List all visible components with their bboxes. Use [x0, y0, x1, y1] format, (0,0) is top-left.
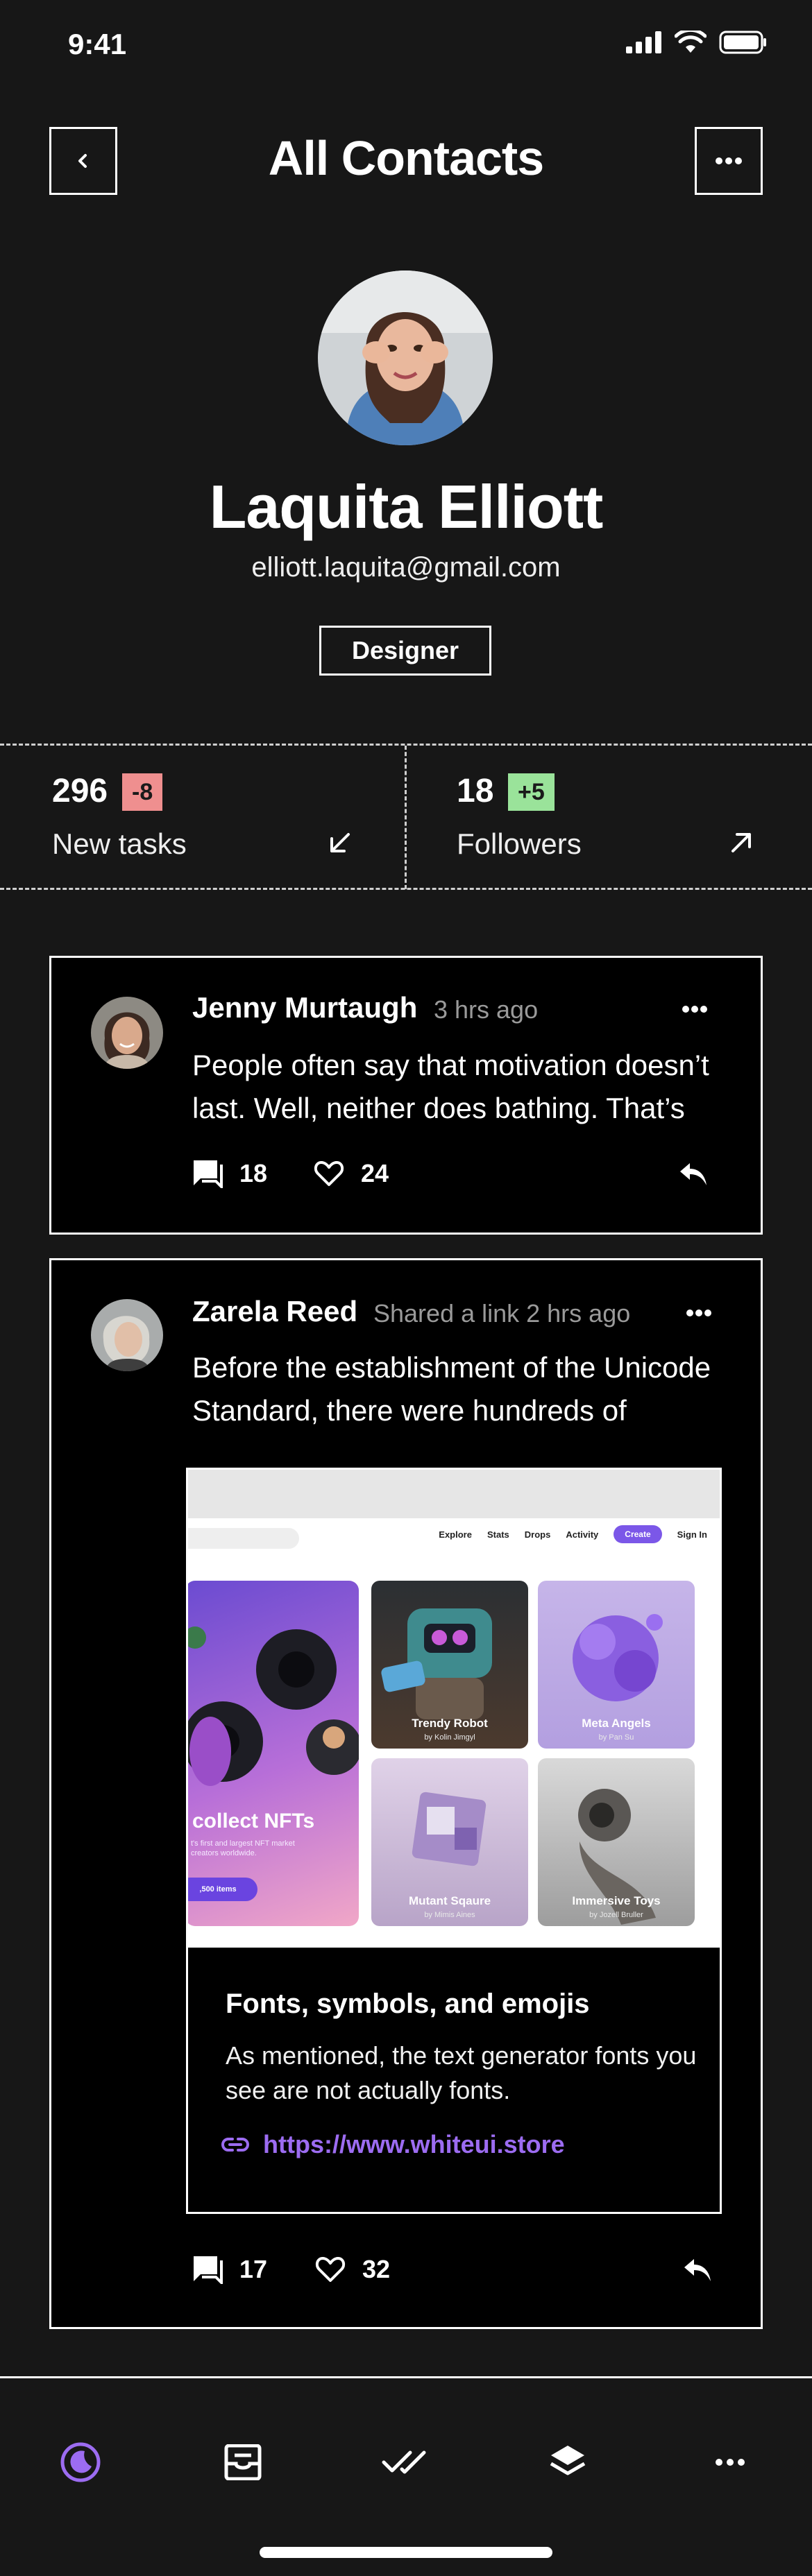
stat-value: 296	[52, 773, 108, 809]
nav-inbox-tab[interactable]	[215, 2435, 271, 2490]
nav-more-tab[interactable]	[702, 2435, 758, 2490]
post-author-avatar[interactable]	[91, 997, 163, 1069]
preview-tile-title: Meta Angels	[582, 1717, 651, 1730]
page-title: All Contacts	[268, 131, 544, 185]
preview-tile: Trendy Robot by Kolin Jimgyl	[371, 1581, 528, 1749]
stat-new-tasks[interactable]: 296 -8 New tasks	[0, 746, 405, 888]
home-indicator[interactable]	[260, 2547, 552, 2558]
status-time: 9:41	[68, 28, 127, 60]
preview-tile-author: by Jozell Bruller	[589, 1911, 643, 1919]
link-preview-title: Fonts, symbols, and emojis	[226, 1989, 590, 2019]
stat-value: 18	[457, 773, 494, 809]
post-more-icon[interactable]	[686, 1309, 712, 1317]
comment-icon	[194, 1160, 223, 1188]
profile-name: Laquita Elliott	[209, 472, 604, 541]
arrow-up-right-icon	[731, 833, 751, 852]
preview-divider	[188, 1946, 720, 1948]
preview-site-nav: Explore Stats Drops Activity Create Sign…	[439, 1525, 707, 1543]
link-icon	[221, 2138, 249, 2152]
double-check-icon	[382, 2450, 426, 2474]
like-button[interactable]: 24	[314, 1159, 389, 1188]
post-card[interactable]: Jenny Murtaugh 3 hrs ago People often sa…	[49, 956, 763, 1235]
stat-label: New tasks	[52, 827, 187, 860]
comment-button[interactable]: 18	[192, 1159, 267, 1188]
preview-hero-title: collect NFTs	[192, 1810, 315, 1832]
stats-bottom-divider	[0, 888, 812, 890]
comment-icon	[194, 2256, 223, 2284]
header-more-button[interactable]	[695, 127, 763, 195]
layers-icon	[550, 2446, 586, 2475]
post-timestamp: 3 hrs ago	[434, 995, 539, 1024]
stat-delta-badge: +5	[508, 773, 555, 811]
link-url-text[interactable]: https://www.whiteui.store	[263, 2130, 565, 2159]
preview-tile-title: Mutant Sqaure	[408, 1894, 491, 1907]
heart-icon	[314, 1161, 344, 1186]
preview-hero-button: ,500 items	[188, 1878, 257, 1901]
stat-delta-badge: -8	[122, 773, 163, 811]
preview-tile-author: by Pan Su	[598, 1733, 634, 1742]
like-count: 24	[361, 1159, 389, 1187]
more-horizontal-icon	[716, 2459, 745, 2466]
more-horizontal-icon	[716, 157, 742, 164]
profile-email[interactable]: elliott.laquita@gmail.com	[0, 552, 812, 583]
link-preview-description: As mentioned, the text generator fonts y…	[226, 2041, 697, 2104]
preview-tile: Immersive Toys by Jozell Bruller	[538, 1758, 695, 1926]
post-text: People often say that motivation doesn’t…	[192, 1049, 709, 1124]
preview-nav-item: Activity	[566, 1529, 599, 1540]
preview-hero-subtitle: t's first and largest NFT market creator…	[191, 1839, 295, 1857]
post-author-name[interactable]: Jenny Murtaugh	[192, 991, 417, 1024]
preview-browser-bar	[188, 1470, 720, 1518]
comment-count: 17	[239, 2255, 268, 2283]
comment-button[interactable]: 17	[192, 2255, 267, 2284]
preview-tile: Mutant Sqaure by Mimis Aines	[371, 1758, 528, 1926]
post-more-icon[interactable]	[682, 1005, 708, 1013]
preview-tile: Meta Angels by Pan Su	[538, 1581, 695, 1749]
preview-nav-item: Stats	[487, 1529, 509, 1540]
preview-create-pill: Create	[614, 1525, 662, 1543]
nav-home-tab[interactable]	[53, 2435, 108, 2490]
profile-avatar	[318, 271, 493, 445]
wifi-icon	[675, 31, 707, 53]
reply-icon[interactable]	[683, 2258, 712, 2283]
link-preview-screenshot: Explore Stats Drops Activity Create Sign…	[188, 1470, 720, 1946]
post-author-avatar[interactable]	[91, 1299, 163, 1371]
reply-icon[interactable]	[679, 1162, 708, 1187]
preview-hero-banner: collect NFTs t's first and largest NFT m…	[188, 1581, 359, 1926]
stat-label: Followers	[457, 827, 582, 860]
role-badge: Designer	[319, 626, 491, 676]
link-preview-card[interactable]: Explore Stats Drops Activity Create Sign…	[186, 1468, 722, 2214]
status-icons	[626, 31, 768, 54]
preview-tile-author: by Mimis Aines	[424, 1911, 475, 1919]
preview-tile-title: Immersive Toys	[572, 1894, 661, 1907]
preview-nav-item: Explore	[439, 1529, 472, 1540]
signal-icon	[626, 31, 661, 53]
comment-count: 18	[239, 1159, 268, 1187]
battery-icon	[719, 31, 766, 54]
moon-icon	[60, 2442, 101, 2482]
arrow-down-left-icon	[330, 833, 350, 852]
preview-tile-author: by Kolin Jimgyl	[424, 1733, 475, 1742]
preview-nav-item: Sign In	[677, 1529, 707, 1540]
nav-tasks-tab[interactable]	[378, 2435, 433, 2490]
heart-icon	[315, 2257, 346, 2282]
post-text: Before the establishment of the Unicode …	[192, 1351, 711, 1427]
like-button[interactable]: 32	[315, 2255, 390, 2284]
post-author-name[interactable]: Zarela Reed	[192, 1295, 357, 1328]
preview-nav-item: Drops	[524, 1529, 551, 1540]
post-timestamp: Shared a link 2 hrs ago	[373, 1299, 631, 1328]
inbox-icon	[224, 2444, 262, 2480]
bottom-nav-divider	[0, 2376, 812, 2378]
preview-site-search	[188, 1528, 299, 1549]
nav-layers-tab[interactable]	[540, 2435, 595, 2490]
preview-tile-title: Trendy Robot	[412, 1717, 488, 1730]
stat-followers[interactable]: 18 +5 Followers	[407, 746, 812, 888]
like-count: 32	[362, 2255, 391, 2283]
link-preview-url[interactable]: https://www.whiteui.store	[220, 2130, 565, 2159]
